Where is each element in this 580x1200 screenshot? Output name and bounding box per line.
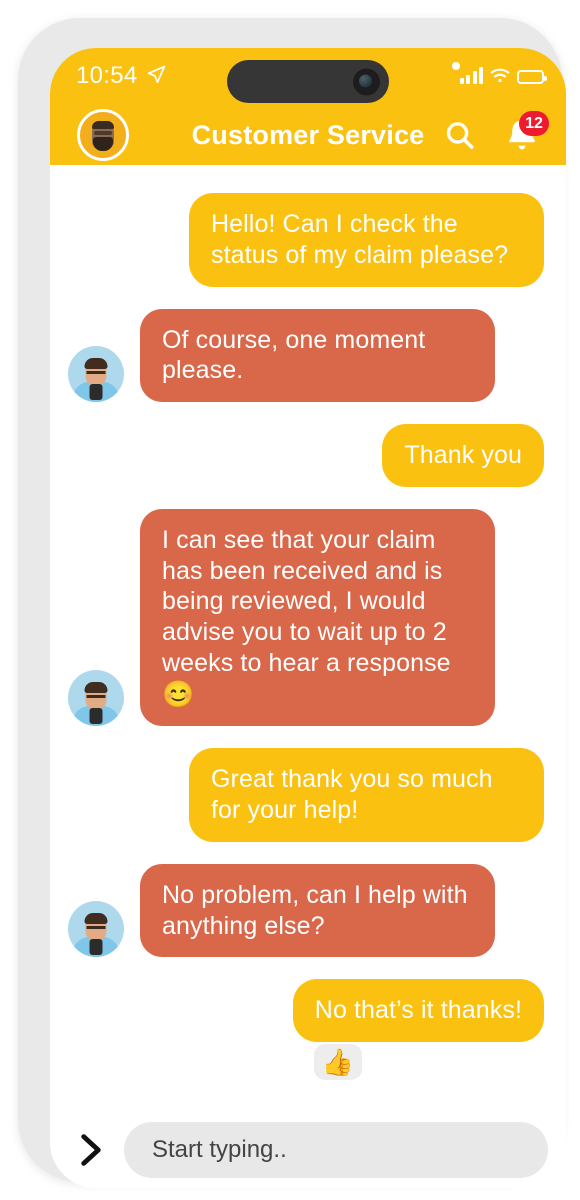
message-input-bar: [50, 1111, 566, 1188]
message-row-outgoing: Thank you: [50, 424, 566, 487]
smiling-face-icon: 😊: [162, 678, 195, 709]
phone-screen: 10:54 Customer Service 12 Hello! Can I c…: [50, 48, 566, 1188]
search-icon[interactable]: [444, 120, 475, 151]
cellular-signal-icon: [459, 67, 483, 84]
reaction-row: 👍: [50, 1044, 566, 1081]
message-row-outgoing: Hello! Can I check the status of my clai…: [50, 193, 566, 287]
agent-avatar[interactable]: [68, 670, 124, 727]
message-bubble[interactable]: Hello! Can I check the status of my clai…: [189, 193, 544, 287]
message-bubble[interactable]: Of course, one moment please.: [140, 308, 495, 402]
message-list[interactable]: Hello! Can I check the status of my clai…: [50, 165, 566, 1111]
message-row-incoming: I can see that your claim has been recei…: [50, 508, 566, 727]
agent-avatar[interactable]: [68, 901, 124, 958]
message-bubble[interactable]: No problem, can I help with anything els…: [140, 863, 495, 958]
notifications-button[interactable]: 12: [504, 111, 549, 155]
message-row-incoming: No problem, can I help with anything els…: [50, 863, 566, 958]
status-bar: 10:54: [50, 48, 566, 106]
front-camera-icon: [353, 68, 380, 95]
thumbs-up-reaction[interactable]: 👍: [313, 1044, 362, 1081]
status-time: 10:54: [76, 62, 138, 89]
phone-frame: 10:54 Customer Service 12 Hello! Can I c…: [18, 18, 566, 1188]
battery-icon: [517, 70, 547, 84]
wifi-icon: [490, 68, 510, 83]
location-arrow-icon: [147, 65, 166, 84]
message-input[interactable]: [124, 1121, 548, 1178]
message-bubble[interactable]: Thank you: [382, 424, 544, 487]
chevron-right-icon[interactable]: [76, 1133, 106, 1167]
agent-avatar[interactable]: [68, 346, 124, 402]
page-title: Customer Service: [191, 120, 425, 150]
message-row-incoming: Of course, one moment please.: [50, 308, 566, 402]
message-row-outgoing: Great thank you so much for your help!: [50, 748, 566, 842]
status-badge: 12: [519, 111, 549, 136]
status-icons: [459, 64, 547, 84]
message-row-outgoing: No that’s it thanks!: [50, 979, 566, 1043]
message-bubble[interactable]: I can see that your claim has been recei…: [140, 508, 495, 727]
app-header: 10:54 Customer Service 12: [50, 48, 566, 165]
dynamic-island: [227, 60, 389, 103]
message-bubble[interactable]: Great thank you so much for your help!: [189, 748, 544, 842]
message-bubble[interactable]: No that’s it thanks!: [292, 979, 544, 1043]
header-nav: Customer Service 12: [50, 106, 566, 165]
message-text: I can see that your claim has been recei…: [162, 525, 451, 677]
